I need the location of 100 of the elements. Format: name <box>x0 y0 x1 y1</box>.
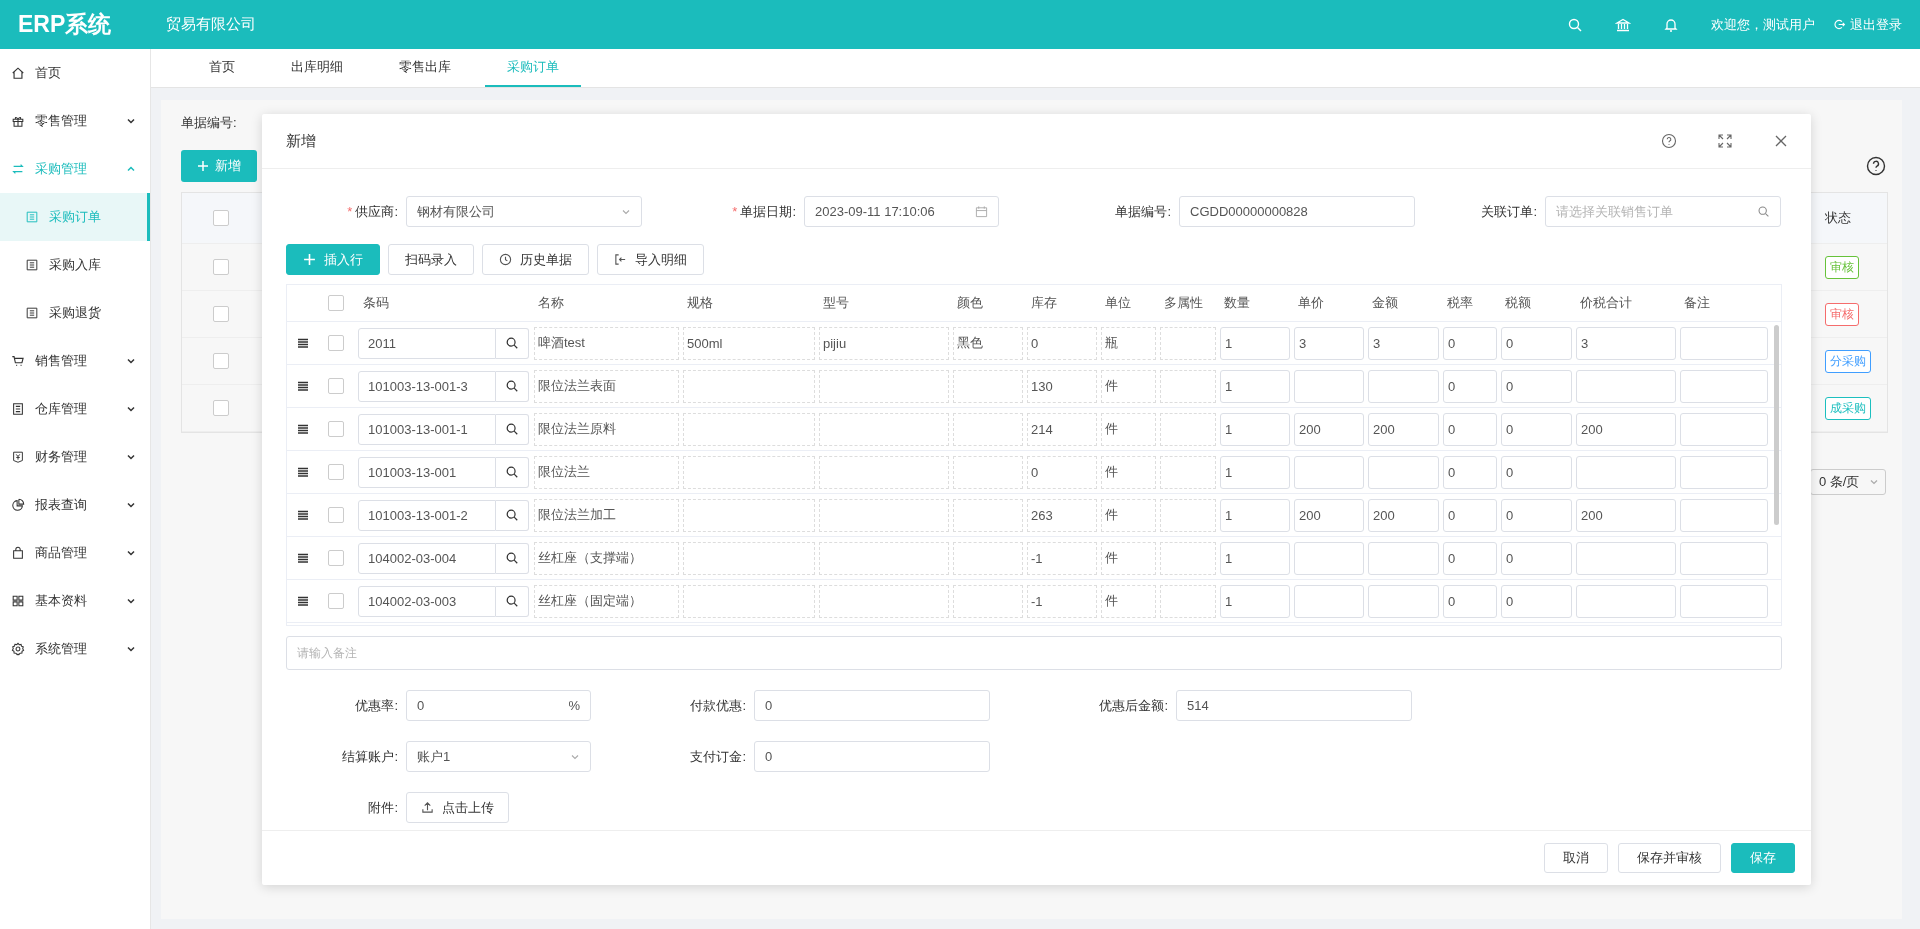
sidebar-label[interactable]: 采购入库 <box>49 256 101 274</box>
barcode-field[interactable]: 104002-03-004 <box>358 542 496 574</box>
cell-input[interactable] <box>1294 369 1364 403</box>
cell-input[interactable]: 200 <box>1294 412 1364 446</box>
footer-button[interactable]: 取消 <box>1544 843 1608 873</box>
sidebar-item[interactable]: 财务管理 <box>0 433 150 481</box>
drag-handle-icon[interactable] <box>296 508 310 522</box>
sidebar-item[interactable]: 首页 <box>0 49 150 97</box>
cell-input[interactable]: 0 <box>1501 584 1572 618</box>
drag-handle-icon[interactable] <box>296 379 310 393</box>
cell-input[interactable]: 0 <box>1501 498 1572 532</box>
sidebar-label[interactable]: 首页 <box>35 64 136 82</box>
sidebar-item[interactable]: 仓库管理 <box>0 385 150 433</box>
sidebar-subitem[interactable]: 采购退货 <box>0 289 150 337</box>
checkbox[interactable] <box>328 295 344 311</box>
cell-input[interactable] <box>1368 455 1439 489</box>
search-button[interactable] <box>496 542 529 574</box>
sidebar-label[interactable]: 基本资料 <box>35 592 116 610</box>
toolbar-button[interactable]: 历史单据 <box>482 244 589 275</box>
discount-field[interactable]: 0 % <box>406 690 591 721</box>
drag-handle-icon[interactable] <box>296 465 310 479</box>
number-field[interactable]: CGDD00000000828 <box>1179 196 1415 227</box>
cell-input[interactable] <box>1576 541 1676 575</box>
cell-input[interactable] <box>1294 541 1364 575</box>
cell-input[interactable] <box>1576 584 1676 618</box>
cell-input[interactable]: 0 <box>1443 541 1497 575</box>
account-select[interactable]: 账户1 <box>406 741 591 772</box>
cell-input[interactable] <box>1680 326 1768 360</box>
cell-input[interactable]: 1 <box>1220 326 1290 360</box>
drag-handle-icon[interactable] <box>296 551 310 565</box>
sidebar-label[interactable]: 销售管理 <box>35 352 116 370</box>
page-tab[interactable]: 出库明细 <box>269 49 365 87</box>
cell-input[interactable] <box>1294 584 1364 618</box>
search-button[interactable] <box>496 370 529 402</box>
cell-input[interactable] <box>1680 369 1768 403</box>
cell-input[interactable] <box>1680 541 1768 575</box>
checkbox[interactable] <box>328 335 344 351</box>
page-tab[interactable]: 首页 <box>187 49 257 87</box>
cell-input[interactable]: 0 <box>1443 455 1497 489</box>
cell-input[interactable]: 1 <box>1220 369 1290 403</box>
barcode-field[interactable]: 101003-13-001-3 <box>358 370 496 402</box>
cell-input[interactable]: 1 <box>1220 412 1290 446</box>
cell-input[interactable] <box>1576 369 1676 403</box>
cell-input[interactable] <box>1680 584 1768 618</box>
sidebar-item[interactable]: 系统管理 <box>0 625 150 673</box>
cell-input[interactable] <box>1294 455 1364 489</box>
cell-input[interactable]: 200 <box>1368 412 1439 446</box>
cell-input[interactable]: 0 <box>1443 326 1497 360</box>
close-icon[interactable] <box>1773 133 1789 149</box>
sidebar-item[interactable]: 商品管理 <box>0 529 150 577</box>
sidebar-item[interactable]: 零售管理 <box>0 97 150 145</box>
deposit-field[interactable]: 0 <box>754 741 990 772</box>
search-button[interactable] <box>496 499 529 531</box>
toolbar-button[interactable]: 扫码录入 <box>388 244 474 275</box>
cell-input[interactable]: 1 <box>1220 541 1290 575</box>
cell-input[interactable]: 0 <box>1501 541 1572 575</box>
help-icon[interactable] <box>1866 156 1886 176</box>
sidebar-item[interactable]: 销售管理 <box>0 337 150 385</box>
cell-input[interactable]: 200 <box>1294 498 1364 532</box>
sidebar-subitem[interactable]: 采购入库 <box>0 241 150 289</box>
cell-input[interactable]: 1 <box>1220 584 1290 618</box>
cell-input[interactable]: 0 <box>1443 498 1497 532</box>
cell-input[interactable] <box>1368 584 1439 618</box>
date-field[interactable]: 2023-09-11 17:10:06 <box>804 196 999 227</box>
cell-input[interactable]: 200 <box>1576 498 1676 532</box>
barcode-field[interactable]: 101003-13-001-1 <box>358 413 496 445</box>
cell-input[interactable]: 3 <box>1294 326 1364 360</box>
barcode-field[interactable]: 101003-13-001 <box>358 456 496 488</box>
checkbox[interactable] <box>328 378 344 394</box>
payment-discount-field[interactable]: 0 <box>754 690 990 721</box>
drag-handle-icon[interactable] <box>296 336 310 350</box>
barcode-field[interactable]: 101003-13-001-2 <box>358 499 496 531</box>
bell-icon[interactable] <box>1663 16 1679 33</box>
cell-input[interactable] <box>1680 455 1768 489</box>
cell-input[interactable]: 1 <box>1220 455 1290 489</box>
cell-input[interactable] <box>1368 541 1439 575</box>
cell-input[interactable]: 0 <box>1501 326 1572 360</box>
search-button[interactable] <box>496 585 529 617</box>
barcode-field[interactable]: 2011 <box>358 327 496 359</box>
cell-input[interactable]: 200 <box>1368 498 1439 532</box>
cell-input[interactable]: 0 <box>1443 369 1497 403</box>
checkbox[interactable] <box>328 507 344 523</box>
cell-input[interactable]: 0 <box>1501 369 1572 403</box>
search-button[interactable] <box>496 327 529 359</box>
cell-input[interactable] <box>1680 498 1768 532</box>
search-button[interactable] <box>496 413 529 445</box>
footer-button[interactable]: 保存并审核 <box>1618 843 1721 873</box>
cell-input[interactable]: 3 <box>1576 326 1676 360</box>
sidebar-label[interactable]: 财务管理 <box>35 448 116 466</box>
checkbox[interactable] <box>213 400 229 416</box>
cell-input[interactable] <box>1576 455 1676 489</box>
checkbox[interactable] <box>213 306 229 322</box>
drag-handle-icon[interactable] <box>296 422 310 436</box>
checkbox[interactable] <box>213 210 229 226</box>
sidebar-item[interactable]: 报表查询 <box>0 481 150 529</box>
supplier-select[interactable]: 钢材有限公司 <box>406 196 642 227</box>
sidebar-label[interactable]: 商品管理 <box>35 544 116 562</box>
checkbox[interactable] <box>213 259 229 275</box>
search-button[interactable] <box>496 456 529 488</box>
checkbox[interactable] <box>328 550 344 566</box>
